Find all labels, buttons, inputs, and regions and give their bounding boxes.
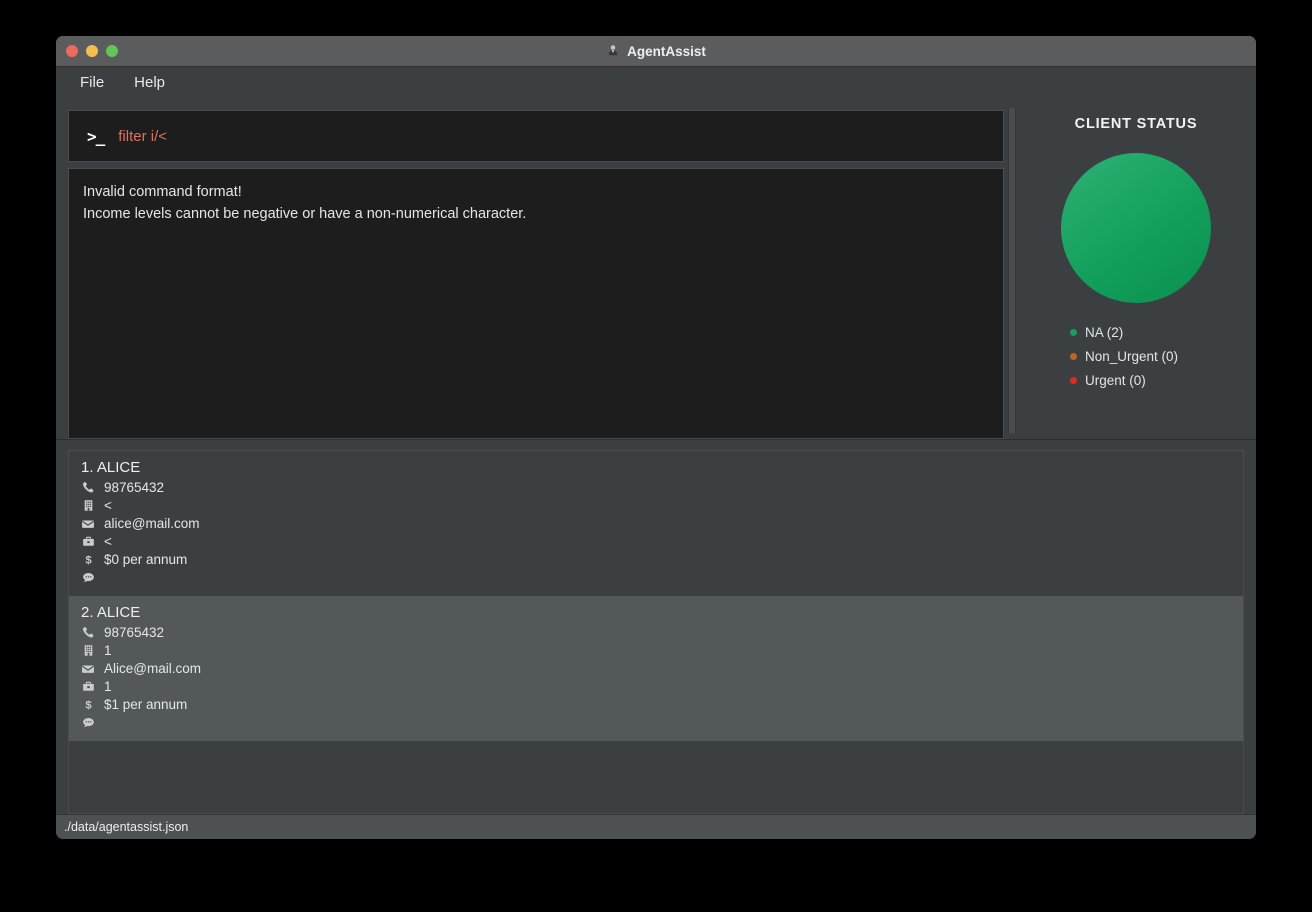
- result-display-box: Invalid command format! Income levels ca…: [68, 168, 1004, 439]
- legend-color-dot: [1070, 377, 1077, 384]
- legend-label: Urgent (0): [1085, 373, 1146, 388]
- client-card[interactable]: 2. ALICE 98765432 1 Alice@mail.com 1 $ $1 per …: [69, 596, 1243, 741]
- agent-person-icon: [606, 44, 620, 58]
- title-bar-center: AgentAssist: [56, 44, 1256, 59]
- client-list-panel[interactable]: 1. ALICE 98765432 < alice@mail.com < $ $0 per …: [68, 450, 1244, 814]
- client-field-row: <: [81, 533, 1243, 550]
- client-field-value: 1: [104, 679, 112, 694]
- building-icon: [81, 644, 95, 657]
- legend-label: NA (2): [1085, 325, 1124, 340]
- result-line: Income levels cannot be negative or have…: [83, 206, 527, 222]
- legend-label: Non_Urgent (0): [1085, 349, 1179, 364]
- client-field-row: alice@mail.com: [81, 515, 1243, 532]
- client-status-title: CLIENT STATUS: [1074, 116, 1198, 132]
- client-field-row: 1: [81, 678, 1243, 695]
- client-field-value: 98765432: [104, 480, 165, 495]
- client-field-row: [81, 569, 1243, 586]
- menu-item-file[interactable]: File: [68, 71, 116, 94]
- client-list-section: 1. ALICE 98765432 < alice@mail.com < $ $0 per …: [56, 440, 1256, 814]
- pie-legend: NA (2) Non_Urgent (0) Urgent (0): [1070, 325, 1220, 388]
- speech-bubble-icon: [81, 716, 95, 729]
- client-card[interactable]: 1. ALICE 98765432 < alice@mail.com < $ $0 per …: [69, 451, 1243, 596]
- client-status-panel: CLIENT STATUS NA (2) Non_Urgent (0) Urge…: [1016, 98, 1256, 439]
- client-field-row: $ $0 per annum: [81, 551, 1243, 568]
- svg-text:$: $: [85, 700, 92, 711]
- client-field-value: alice@mail.com: [104, 516, 200, 531]
- client-field-row: 1: [81, 642, 1243, 659]
- window-controls: [66, 45, 118, 57]
- client-card-title: 1. ALICE: [81, 459, 141, 476]
- client-field-row: Alice@mail.com: [81, 660, 1243, 677]
- client-field-value: Alice@mail.com: [104, 661, 201, 676]
- window-title: AgentAssist: [627, 43, 706, 59]
- phone-icon: [81, 626, 95, 639]
- client-field-value: <: [104, 498, 112, 513]
- app-window: AgentAssist File Help >_ filter i/< Inva…: [56, 36, 1256, 839]
- building-icon: [81, 499, 95, 512]
- svg-text:$: $: [85, 555, 92, 566]
- legend-color-dot: [1070, 329, 1077, 336]
- client-card-title: 2. ALICE: [81, 604, 141, 621]
- save-location-path: ./data/agentassist.json: [64, 820, 189, 834]
- body-area: >_ filter i/< Invalid command format! In…: [56, 98, 1256, 814]
- client-field-row: 98765432: [81, 479, 1243, 496]
- maximize-button[interactable]: [106, 45, 118, 57]
- vertical-splitter[interactable]: [1008, 108, 1016, 433]
- menu-item-help[interactable]: Help: [122, 71, 177, 94]
- briefcase-icon: [81, 535, 95, 548]
- menu-bar: File Help: [56, 67, 1256, 98]
- client-field-value: <: [104, 534, 112, 549]
- command-input-box[interactable]: >_ filter i/<: [68, 110, 1004, 162]
- legend-item-urgent: Urgent (0): [1070, 373, 1220, 388]
- status-bar: ./data/agentassist.json: [56, 814, 1256, 839]
- title-bar: AgentAssist: [56, 36, 1256, 67]
- client-field-row: $ $1 per annum: [81, 696, 1243, 713]
- legend-item-non-urgent: Non_Urgent (0): [1070, 349, 1220, 364]
- client-field-value: $1 per annum: [104, 697, 188, 712]
- client-field-value: $0 per annum: [104, 552, 188, 567]
- upper-section: >_ filter i/< Invalid command format! In…: [56, 98, 1256, 440]
- dollar-icon: $: [81, 553, 95, 566]
- phone-icon: [81, 481, 95, 494]
- legend-color-dot: [1070, 353, 1077, 360]
- briefcase-icon: [81, 680, 95, 693]
- client-field-value: 1: [104, 643, 112, 658]
- minimize-button[interactable]: [86, 45, 98, 57]
- dollar-icon: $: [81, 698, 95, 711]
- speech-bubble-icon: [81, 571, 95, 584]
- envelope-icon: [81, 662, 95, 676]
- result-line: Invalid command format!: [83, 184, 242, 200]
- command-and-result-column: >_ filter i/< Invalid command format! In…: [56, 98, 1004, 439]
- client-field-value: 98765432: [104, 625, 165, 640]
- client-field-row: <: [81, 497, 1243, 514]
- legend-item-na: NA (2): [1070, 325, 1220, 340]
- client-field-row: 98765432: [81, 624, 1243, 641]
- client-field-row: [81, 714, 1243, 731]
- envelope-icon: [81, 517, 95, 531]
- close-button[interactable]: [66, 45, 78, 57]
- command-input[interactable]: filter i/<: [118, 128, 167, 145]
- pie-slice-na: [1061, 153, 1211, 303]
- prompt-icon: >_: [87, 126, 105, 146]
- client-status-pie-chart: [1061, 153, 1211, 303]
